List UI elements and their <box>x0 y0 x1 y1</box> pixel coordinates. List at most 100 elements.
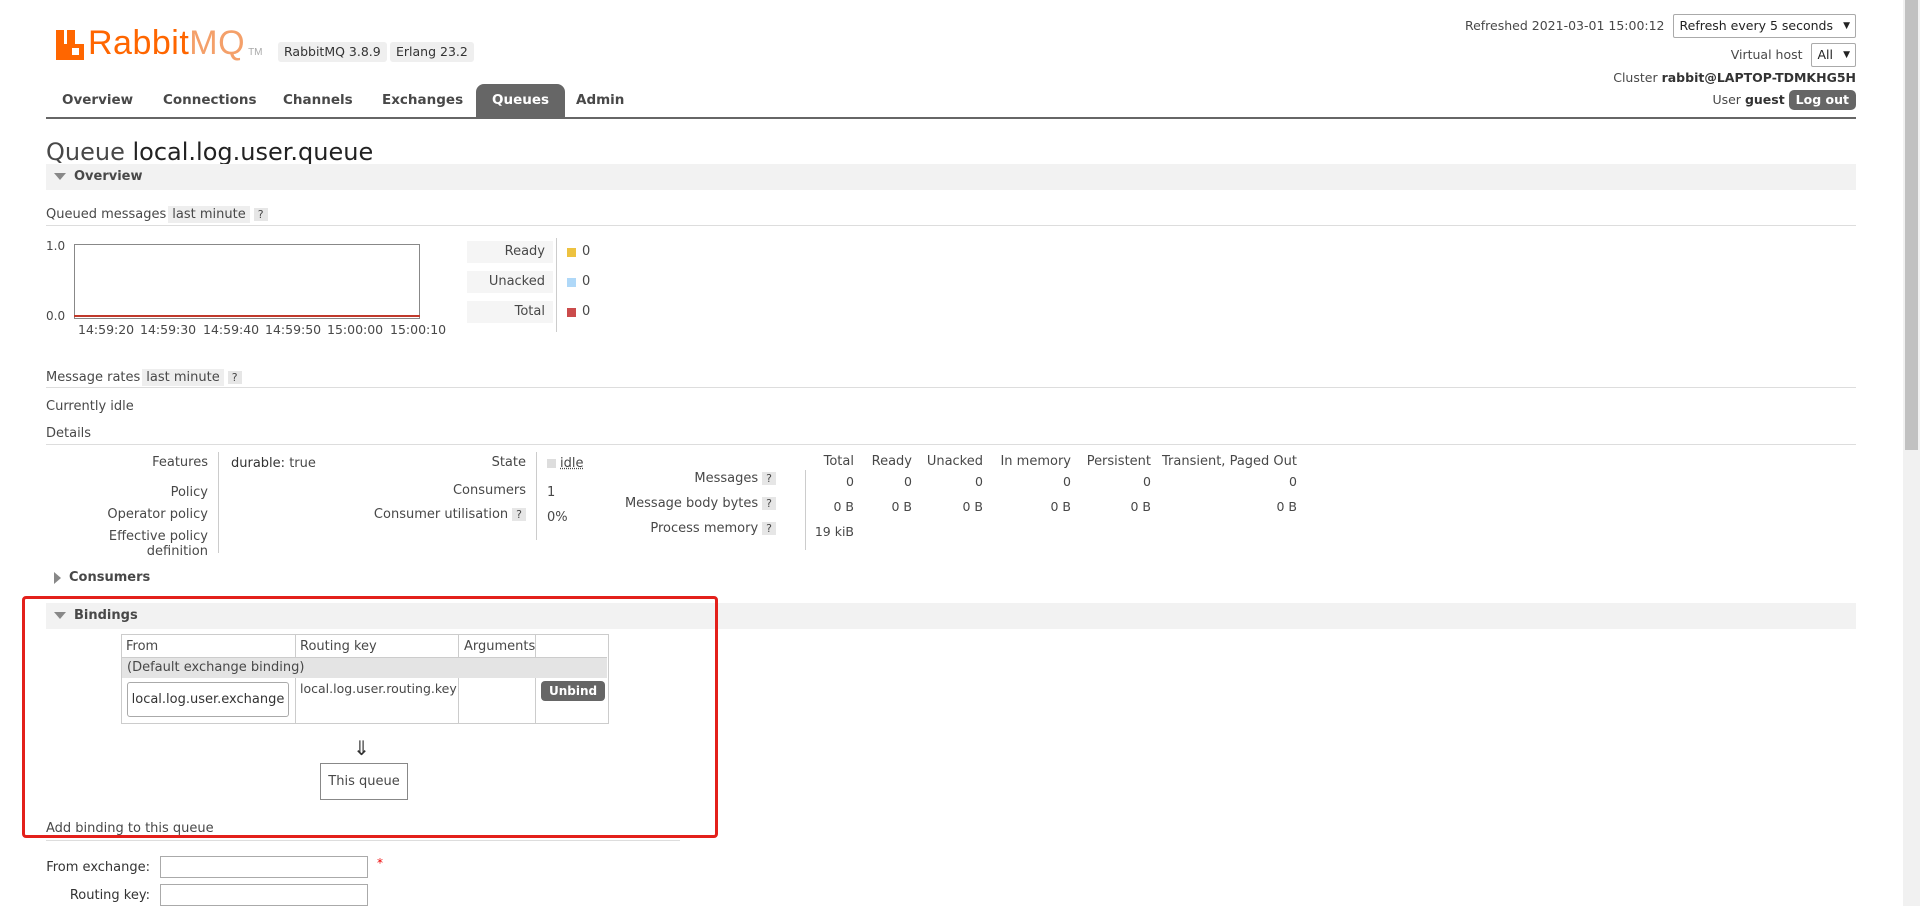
chart-x-label: 14:59:20 <box>78 322 135 337</box>
bytes-transient: 0 B <box>1276 499 1297 514</box>
from-exchange-label: From exchange: <box>46 860 150 875</box>
bytes-persistent: 0 B <box>1130 499 1151 514</box>
chart-x-label: 14:59:30 <box>140 322 197 337</box>
col-ready: Ready <box>871 454 912 469</box>
expand-triangle-icon <box>54 571 61 584</box>
utilisation-help-button[interactable]: ? <box>512 508 526 521</box>
messages-total: 0 <box>846 474 854 489</box>
bytes-unacked: 0 B <box>962 499 983 514</box>
messages-persistent: 0 <box>1143 474 1151 489</box>
messages-help-button[interactable]: ? <box>762 472 776 485</box>
process-memory-value: 19 kiB <box>814 524 854 539</box>
vertical-scrollbar[interactable] <box>1903 0 1920 906</box>
legend-separator <box>556 238 557 332</box>
queued-messages-chart <box>74 244 420 319</box>
overview-section-toggle[interactable]: Overview <box>46 164 1856 190</box>
col-total: Total <box>823 454 854 469</box>
utilisation-label: Consumer utilisation? <box>300 507 526 522</box>
erlang-version-badge: Erlang 23.2 <box>390 42 474 62</box>
queued-range-selector[interactable]: last minute <box>168 206 250 223</box>
cluster-name: rabbit@LAPTOP-TDMKHG5H <box>1661 70 1856 85</box>
process-memory-help-button[interactable]: ? <box>762 522 776 535</box>
vhost-label: Virtual host <box>1730 47 1803 62</box>
col-in-memory: In memory <box>1000 454 1071 469</box>
chart-series-line <box>74 315 420 317</box>
logo-trademark: TM <box>248 47 263 58</box>
rabbitmq-logo-icon <box>56 30 84 60</box>
details-separator <box>218 452 219 553</box>
bytes-in-memory: 0 B <box>1050 499 1071 514</box>
routing-key-label: Routing key: <box>69 888 150 903</box>
currently-idle-text: Currently idle <box>46 399 134 414</box>
bytes-total: 0 B <box>833 499 854 514</box>
routing-key-input[interactable] <box>160 884 368 906</box>
messages-transient: 0 <box>1289 474 1297 489</box>
message-rates-heading: Message rates last minute? <box>46 369 242 386</box>
vhost-select[interactable]: All <box>1810 43 1856 67</box>
divider <box>46 840 680 841</box>
tab-channels[interactable]: Channels <box>267 84 369 117</box>
consumers-value: 1 <box>547 485 556 500</box>
operator-policy-label: Operator policy <box>107 507 208 522</box>
refresh-interval-select[interactable]: Refresh every 5 seconds <box>1672 14 1856 38</box>
process-memory-label: Process memory? <box>620 521 776 536</box>
tab-overview[interactable]: Overview <box>46 84 149 117</box>
main-nav: Overview Connections Channels Exchanges … <box>46 84 1856 119</box>
collapse-triangle-icon <box>54 173 66 180</box>
policy-label: Policy <box>170 485 208 500</box>
bytes-ready: 0 B <box>891 499 912 514</box>
chart-y-min: 0.0 <box>46 309 66 323</box>
details-separator <box>536 452 537 540</box>
tab-exchanges[interactable]: Exchanges <box>366 84 479 117</box>
total-swatch <box>567 308 576 317</box>
highlight-box <box>22 596 718 838</box>
from-exchange-input[interactable] <box>160 856 368 878</box>
chart-x-label: 15:00:00 <box>327 322 384 337</box>
state-value: idle <box>547 456 583 471</box>
scrollbar-thumb[interactable] <box>1905 0 1918 450</box>
rabbitmq-version-badge: RabbitMQ 3.8.9 <box>278 42 387 62</box>
consumers-section-toggle[interactable]: Consumers <box>46 565 1856 591</box>
divider <box>46 387 1856 388</box>
col-transient-paged-out: Transient, Paged Out <box>1162 454 1297 469</box>
logo-text: RabbitMQ <box>88 24 246 62</box>
queued-messages-heading: Queued messages last minute? <box>46 206 268 223</box>
features-label: Features <box>152 455 208 470</box>
messages-label: Messages? <box>620 471 776 486</box>
cluster-info: Cluster rabbit@LAPTOP-TDMKHG5H <box>1613 70 1856 85</box>
messages-unacked: 0 <box>975 474 983 489</box>
divider <box>46 225 1856 226</box>
details-heading: Details <box>46 426 92 441</box>
chart-x-label: 15:00:10 <box>390 322 447 337</box>
queue-name: local.log.user.queue <box>132 138 374 166</box>
utilisation-value: 0% <box>547 510 568 525</box>
rabbitmq-logo[interactable]: RabbitMQ TM <box>56 24 263 60</box>
cluster-label: Cluster <box>1613 70 1658 85</box>
refreshed-timestamp: Refreshed 2021-03-01 15:00:12 <box>1464 18 1665 33</box>
chart-x-label: 14:59:50 <box>265 322 322 337</box>
chart-x-label: 14:59:40 <box>203 322 260 337</box>
col-unacked: Unacked <box>926 454 983 469</box>
unacked-swatch <box>567 278 576 287</box>
rates-help-button[interactable]: ? <box>227 371 242 384</box>
body-bytes-help-button[interactable]: ? <box>762 497 776 510</box>
refresh-area: Refreshed 2021-03-01 15:00:12 Refresh ev… <box>1465 14 1856 38</box>
tab-connections[interactable]: Connections <box>147 84 273 117</box>
chart-y-max: 1.0 <box>46 239 66 253</box>
consumers-label: Consumers <box>452 483 526 498</box>
tab-queues[interactable]: Queues <box>476 84 566 117</box>
state-label: State <box>491 455 526 470</box>
col-persistent: Persistent <box>1086 454 1151 469</box>
tab-admin[interactable]: Admin <box>560 84 640 117</box>
idle-state-icon <box>547 459 556 468</box>
messages-ready: 0 <box>904 474 912 489</box>
queued-help-button[interactable]: ? <box>253 208 268 221</box>
messages-in-memory: 0 <box>1063 474 1071 489</box>
vhost-area: Virtual host All <box>1731 43 1856 67</box>
rates-range-selector[interactable]: last minute <box>142 369 224 386</box>
required-marker: * <box>377 856 383 870</box>
page-title: Queue local.log.user.queue <box>46 138 374 166</box>
divider <box>46 444 1856 445</box>
ready-swatch <box>567 248 576 257</box>
effective-policy-label: Effective policy definition <box>108 529 208 559</box>
